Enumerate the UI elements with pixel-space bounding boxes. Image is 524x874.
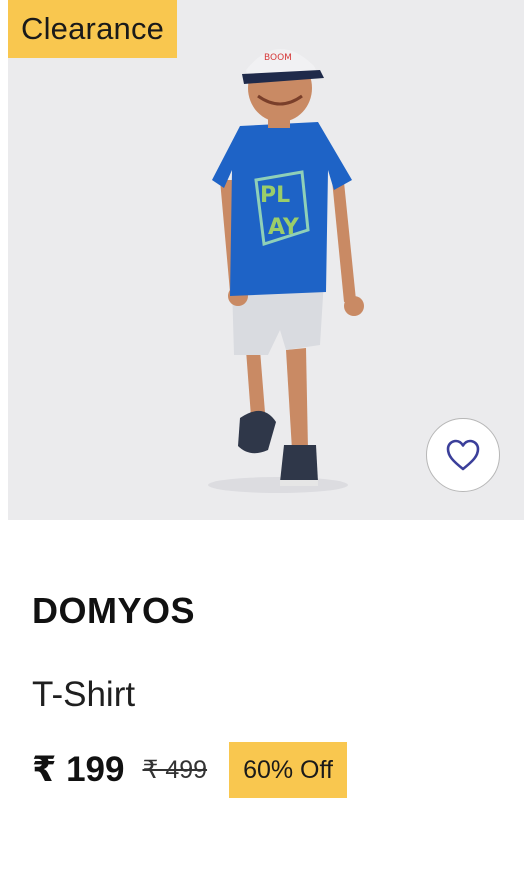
heart-outline-icon: [446, 439, 480, 471]
wishlist-button[interactable]: [426, 418, 500, 492]
product-name[interactable]: T-Shirt: [32, 675, 135, 715]
original-price: ₹ 499: [142, 756, 208, 784]
svg-text:BOOM: BOOM: [264, 53, 292, 63]
svg-text:AY: AY: [268, 215, 300, 240]
selling-price: ₹ 199: [32, 750, 125, 789]
product-photo: PL AY BOOM: [208, 48, 364, 493]
svg-text:PL: PL: [260, 183, 290, 208]
brand-name: DOMYOS: [32, 590, 196, 631]
clearance-badge: Clearance: [8, 0, 178, 58]
product-card[interactable]: PL AY BOOM Clearance DOMYOS T-Shirt ₹ 19…: [0, 0, 524, 874]
price-row: ₹ 199 ₹ 499 60% Off: [32, 742, 347, 798]
discount-badge: 60% Off: [229, 742, 347, 798]
